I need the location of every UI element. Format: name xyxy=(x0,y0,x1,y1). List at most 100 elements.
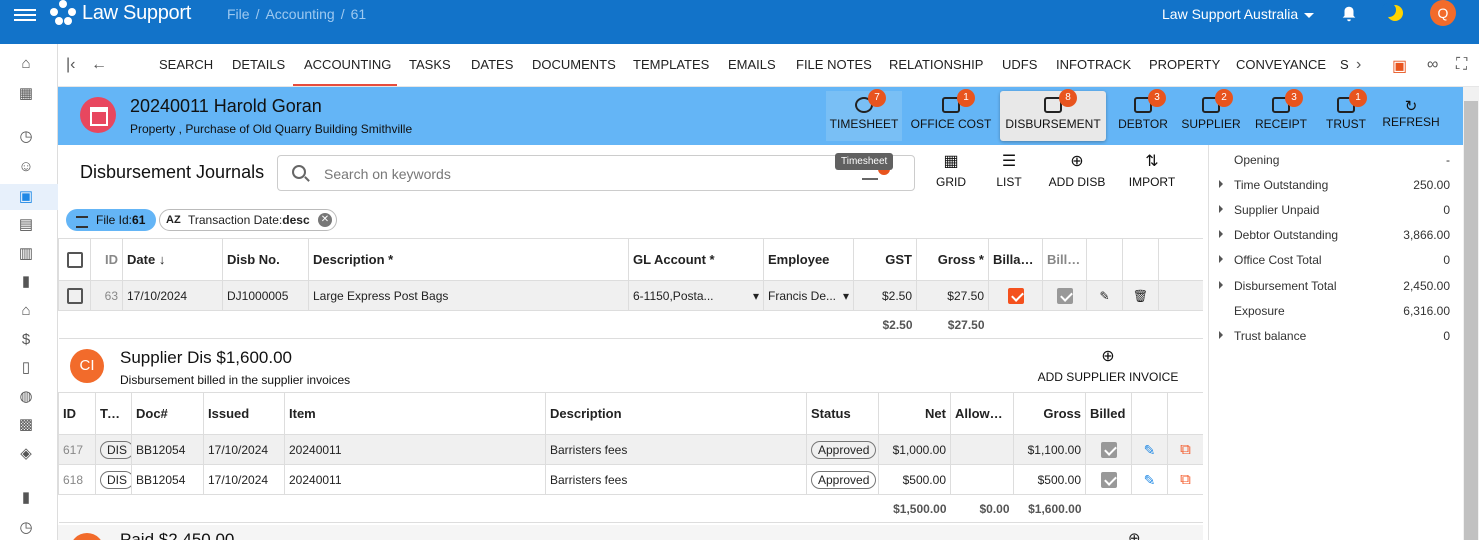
edit-icon[interactable]: ✎ xyxy=(1143,472,1157,488)
col-gross[interactable]: Gross * xyxy=(916,238,989,281)
table-row[interactable]: 63 17/10/2024 DJ1000005 Large Express Po… xyxy=(58,280,1203,311)
building-icon[interactable]: ▤ xyxy=(16,215,36,235)
select-all[interactable] xyxy=(58,238,91,281)
dashboard-icon[interactable]: ▦ xyxy=(16,84,36,104)
link-icon[interactable]: ∞ xyxy=(1427,56,1438,74)
contacts-icon[interactable]: ☺ xyxy=(16,157,36,177)
table-row[interactable]: 617 DIS BB12054 17/10/2024 20240011 Barr… xyxy=(58,434,1203,465)
cell-description[interactable]: Large Express Post Bags xyxy=(308,280,629,311)
col-id[interactable]: ID xyxy=(90,238,123,281)
tab-tasks[interactable]: TASKS xyxy=(409,57,451,72)
cell-edit[interactable]: ✎ xyxy=(1131,464,1168,495)
tab-file-notes[interactable]: FILE NOTES xyxy=(796,57,872,72)
expand-icon[interactable] xyxy=(1219,230,1223,238)
import-button[interactable]: ⇅ IMPORT xyxy=(1127,153,1177,189)
tab-search[interactable]: SEARCH xyxy=(159,57,213,72)
col-type[interactable]: Type xyxy=(95,392,132,435)
moon-icon[interactable] xyxy=(1382,3,1403,21)
bell-icon[interactable] xyxy=(1340,5,1358,23)
shield-icon[interactable]: ◈ xyxy=(16,444,36,464)
col-item[interactable]: Item xyxy=(284,392,546,435)
app-logo[interactable]: Law Support xyxy=(48,0,191,28)
add-supplier-invoice-button[interactable]: ⊕ ADD SUPPLIER INVOICE xyxy=(1036,348,1180,384)
chevron-right-icon[interactable]: › xyxy=(1356,56,1361,74)
summary-supplier-unpaid[interactable]: Supplier Unpaid 0 xyxy=(1209,203,1463,228)
checkbox[interactable] xyxy=(66,287,83,304)
timesheet-button[interactable]: TIMESHEET 7 xyxy=(826,89,902,141)
chip-file-id[interactable]: File Id:61 xyxy=(66,209,156,231)
debtor-button[interactable]: DEBTOR 3 xyxy=(1115,89,1171,141)
col-disb-no[interactable]: Disb No. xyxy=(222,238,309,281)
office-cost-button[interactable]: OFFICE COST 1 xyxy=(909,89,993,141)
cell-gst[interactable]: $2.50 xyxy=(853,280,917,311)
receipt-button[interactable]: RECEIPT 3 xyxy=(1251,89,1311,141)
open-external-icon[interactable]: ⧉ xyxy=(1167,464,1203,495)
table-row[interactable]: 618 DIS BB12054 17/10/2024 20240011 Barr… xyxy=(58,464,1203,495)
expand-icon[interactable] xyxy=(1219,205,1223,213)
fullscreen-icon[interactable]: ⛶ xyxy=(1456,56,1467,74)
tab-infotrack[interactable]: INFOTRACK xyxy=(1056,57,1131,72)
summary-time-outstanding[interactable]: Time Outstanding 250.00 xyxy=(1209,178,1463,203)
cell-employee[interactable]: Francis De... ▾ xyxy=(763,280,854,311)
tab-accounting[interactable]: ACCOUNTING xyxy=(304,57,391,72)
col-description[interactable]: Description * xyxy=(308,238,629,281)
report-icon[interactable]: ▩ xyxy=(16,415,36,435)
expand-icon[interactable] xyxy=(1219,281,1223,289)
col-id[interactable]: ID xyxy=(58,392,96,435)
summary-trust-balance[interactable]: Trust balance 0 xyxy=(1209,329,1463,354)
edit-icon[interactable]: ✎ xyxy=(1086,280,1123,311)
tab-conveyance[interactable]: CONVEYANCE xyxy=(1236,57,1326,72)
summary-debtor-outstanding[interactable]: Debtor Outstanding 3,866.00 xyxy=(1209,228,1463,253)
cell-gl-account[interactable]: 6-1150,Posta... ▾ xyxy=(628,280,764,311)
expand-icon[interactable] xyxy=(1219,255,1223,263)
dropdown-icon[interactable]: ▾ xyxy=(753,289,759,303)
open-external-icon[interactable]: ⧉ xyxy=(1167,434,1203,465)
billable-checkbox[interactable] xyxy=(1007,287,1024,304)
add-disb-button[interactable]: ⊕ ADD DISB xyxy=(1048,153,1106,189)
timer-icon[interactable]: ◷ xyxy=(16,127,36,147)
scrollbar-thumb[interactable] xyxy=(1464,101,1478,540)
summary-office-cost[interactable]: Office Cost Total 0 xyxy=(1209,253,1463,278)
tab-udfs[interactable]: UDFS xyxy=(1002,57,1037,72)
close-icon[interactable]: ✕ xyxy=(318,213,332,227)
tab-relationship[interactable]: RELATIONSHIP xyxy=(889,57,983,72)
menu-icon[interactable] xyxy=(14,6,36,24)
tab-dates[interactable]: DATES xyxy=(471,57,513,72)
clock-icon[interactable]: ◷ xyxy=(16,518,36,538)
col-doc[interactable]: Doc# xyxy=(131,392,204,435)
dropdown-icon[interactable]: ▾ xyxy=(843,289,849,303)
col-issued[interactable]: Issued xyxy=(203,392,285,435)
grid-button[interactable]: ▦ GRID xyxy=(936,153,966,189)
list-button[interactable]: ☰ LIST xyxy=(994,153,1024,189)
col-gross[interactable]: Gross xyxy=(1013,392,1086,435)
toolbox-icon[interactable]: ▣ xyxy=(1392,56,1407,76)
tab-more[interactable]: S xyxy=(1340,57,1349,72)
search-box[interactable]: Search on keywords xyxy=(277,155,915,191)
breadcrumb-file[interactable]: File xyxy=(227,6,250,22)
trust-button[interactable]: TRUST 1 xyxy=(1320,89,1372,141)
disbursement-button[interactable]: DISBURSEMENT 8 xyxy=(1000,89,1106,141)
cell-billable[interactable] xyxy=(988,280,1043,311)
breadcrumb-accounting[interactable]: Accounting xyxy=(265,6,334,22)
calendar-icon[interactable]: ▥ xyxy=(16,244,36,264)
expand-icon[interactable] xyxy=(1219,180,1223,188)
cookie-icon[interactable]: ◍ xyxy=(16,387,36,407)
user-avatar[interactable]: Q xyxy=(1430,0,1456,26)
stats-icon[interactable]: ▮ xyxy=(16,488,36,508)
money-icon[interactable]: $ xyxy=(16,330,36,350)
supplier-button[interactable]: SUPPLIER 2 xyxy=(1180,89,1242,141)
back-arrow-icon[interactable]: ← xyxy=(91,56,107,74)
cell-disb-no[interactable]: DJ1000005 xyxy=(222,280,309,311)
add-circle-icon[interactable]: ⊕ xyxy=(1128,529,1141,540)
col-billed[interactable]: Billed xyxy=(1042,238,1087,281)
cell-edit[interactable]: ✎ xyxy=(1131,434,1168,465)
col-date[interactable]: Date ↓ xyxy=(122,238,223,281)
tab-property[interactable]: PROPERTY xyxy=(1149,57,1220,72)
edit-icon[interactable]: ✎ xyxy=(1143,442,1157,458)
first-page-icon[interactable]: |‹ xyxy=(66,56,75,74)
home-icon[interactable]: ⌂ xyxy=(16,54,36,74)
expand-icon[interactable] xyxy=(1219,331,1223,339)
tab-details[interactable]: DETAILS xyxy=(232,57,285,72)
document-icon[interactable]: ▯ xyxy=(16,358,36,378)
chip-sort[interactable]: AZ Transaction Date:desc ✕ xyxy=(159,209,337,231)
